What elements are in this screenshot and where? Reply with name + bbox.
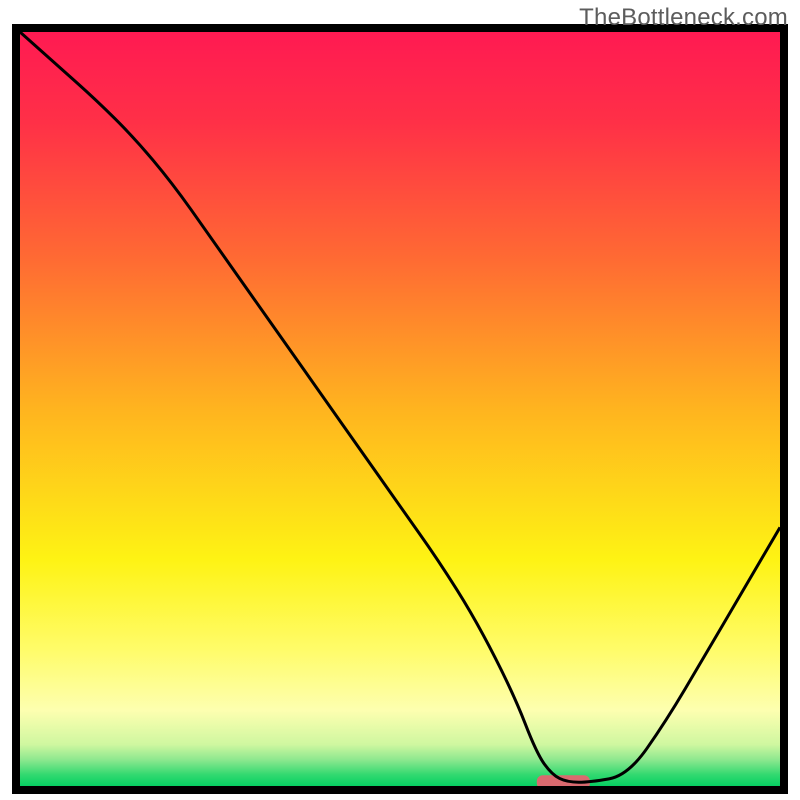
bottleneck-chart bbox=[0, 0, 800, 800]
chart-container: TheBottleneck.com bbox=[0, 0, 800, 800]
watermark-label: TheBottleneck.com bbox=[579, 4, 788, 32]
gradient-background bbox=[20, 32, 780, 786]
